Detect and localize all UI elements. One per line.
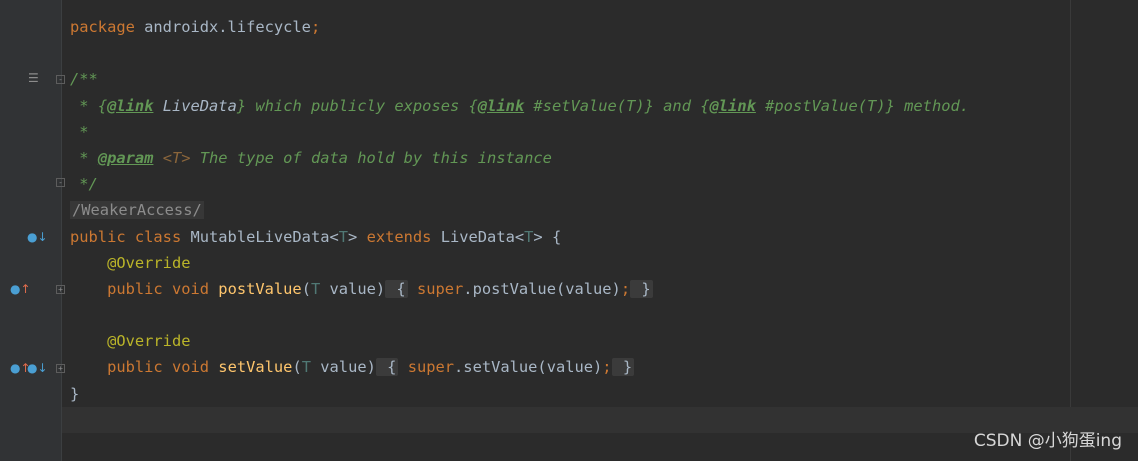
type-parameter: T: [524, 227, 534, 246]
folded-brace-close[interactable]: }: [611, 358, 635, 377]
code-line: /**: [70, 66, 1138, 92]
annotation-override: @Override: [107, 332, 191, 351]
keyword-package: package: [70, 18, 135, 36]
code-line: package androidx.lifecycle;: [70, 14, 1138, 40]
keyword-void: void: [162, 279, 210, 298]
doc-link-target: #setValue(T): [524, 96, 645, 115]
overrides-up-icon[interactable]: ●↑: [10, 283, 31, 295]
implemented-down-icon[interactable]: ●↓: [27, 231, 48, 243]
method-name-postvalue: postValue: [209, 279, 302, 298]
folded-annotation[interactable]: /WeakerAccess/: [70, 201, 204, 220]
fold-marker-doc-end[interactable]: -: [56, 178, 65, 187]
angle-close: >: [533, 227, 543, 246]
code-editor[interactable]: package androidx.lifecycle; /** * {@link…: [70, 14, 1138, 407]
code-line: }: [70, 381, 1138, 407]
fold-marker-postvalue[interactable]: +: [56, 285, 65, 294]
keyword-extends: extends: [357, 227, 432, 246]
paren-open: (: [301, 279, 311, 298]
doc-param-type: <T>: [153, 148, 191, 167]
doc-link-tag: @link: [709, 96, 756, 115]
keyword-class: class: [125, 227, 182, 246]
folded-brace-open[interactable]: {: [375, 358, 399, 377]
doc-link-tag: @link: [107, 96, 154, 115]
doc-brace: }: [644, 96, 654, 115]
code-line: public class MutableLiveData<T> extends …: [70, 224, 1138, 250]
doc-link-target: #postValue(T): [755, 96, 886, 115]
doc-star: *: [70, 148, 98, 167]
superclass-name: LiveData<: [431, 227, 525, 246]
keyword-super: super: [407, 279, 464, 298]
fold-marker-setvalue[interactable]: +: [56, 364, 65, 373]
keyword-public: public: [107, 358, 163, 377]
code-line: @Override: [70, 328, 1138, 354]
method-call: .postValue(value): [463, 279, 621, 298]
keyword-public: public: [107, 279, 163, 298]
type-parameter: T: [310, 279, 321, 298]
doc-text: which publicly exposes: [246, 96, 469, 115]
annotation-override: @Override: [107, 253, 191, 272]
doc-link-tag: @link: [477, 96, 525, 115]
code-line: *: [70, 119, 1138, 145]
gutter-separator: [61, 0, 62, 461]
doc-brace: }: [885, 96, 895, 115]
doc-star: *: [70, 96, 98, 115]
doc-star: *: [70, 122, 89, 141]
method-name-setvalue: setValue: [209, 358, 293, 377]
doc-brace: }: [236, 96, 247, 115]
type-parameter: T: [338, 227, 349, 246]
code-line: public void setValue(T value) { super.se…: [70, 354, 1138, 380]
parameter: value): [320, 279, 386, 298]
implemented-down-icon[interactable]: ●↓: [27, 362, 48, 374]
folded-brace-open[interactable]: {: [385, 279, 408, 298]
watermark: CSDN @小狗蛋ing: [973, 431, 1122, 451]
code-line: /WeakerAccess/: [70, 197, 1138, 223]
class-name: MutableLiveData<: [181, 227, 339, 246]
doc-brace: {: [97, 96, 108, 115]
code-line: @Override: [70, 250, 1138, 276]
paren-open: (: [292, 358, 302, 377]
method-call: .setValue(value): [454, 358, 603, 377]
code-line: * {@link LiveData} which publicly expose…: [70, 93, 1138, 119]
folded-brace-close[interactable]: }: [630, 279, 653, 298]
doc-text: and: [653, 96, 701, 115]
doc-comment-open: /**: [70, 70, 98, 89]
doc-link-target: LiveData: [153, 96, 237, 115]
doc-brace: {: [700, 96, 710, 115]
code-line: * @param <T> The type of data hold by th…: [70, 145, 1138, 171]
doc-param-tag: @param: [97, 148, 154, 167]
keyword-void: void: [162, 358, 210, 377]
angle-close: >: [348, 227, 358, 246]
type-parameter: T: [301, 358, 311, 377]
align-left-icon[interactable]: ☰: [28, 72, 39, 84]
parameter: value): [311, 358, 376, 377]
keyword-super: super: [398, 358, 455, 377]
doc-text: method.: [894, 96, 970, 115]
keyword-public: public: [70, 227, 126, 246]
brace-close: }: [70, 384, 80, 403]
code-line: public void postValue(T value) { super.p…: [70, 276, 1138, 302]
doc-text: The type of data hold by this instance: [190, 148, 552, 167]
semicolon: ;: [310, 18, 321, 36]
doc-brace: {: [468, 96, 478, 115]
fold-marker-doc-start[interactable]: -: [56, 75, 65, 84]
semicolon: ;: [620, 279, 631, 298]
brace-open: {: [542, 227, 562, 246]
doc-comment-close: */: [70, 175, 98, 194]
semicolon: ;: [602, 358, 612, 377]
code-line: */: [70, 171, 1138, 197]
package-name: androidx.lifecycle: [134, 18, 311, 36]
